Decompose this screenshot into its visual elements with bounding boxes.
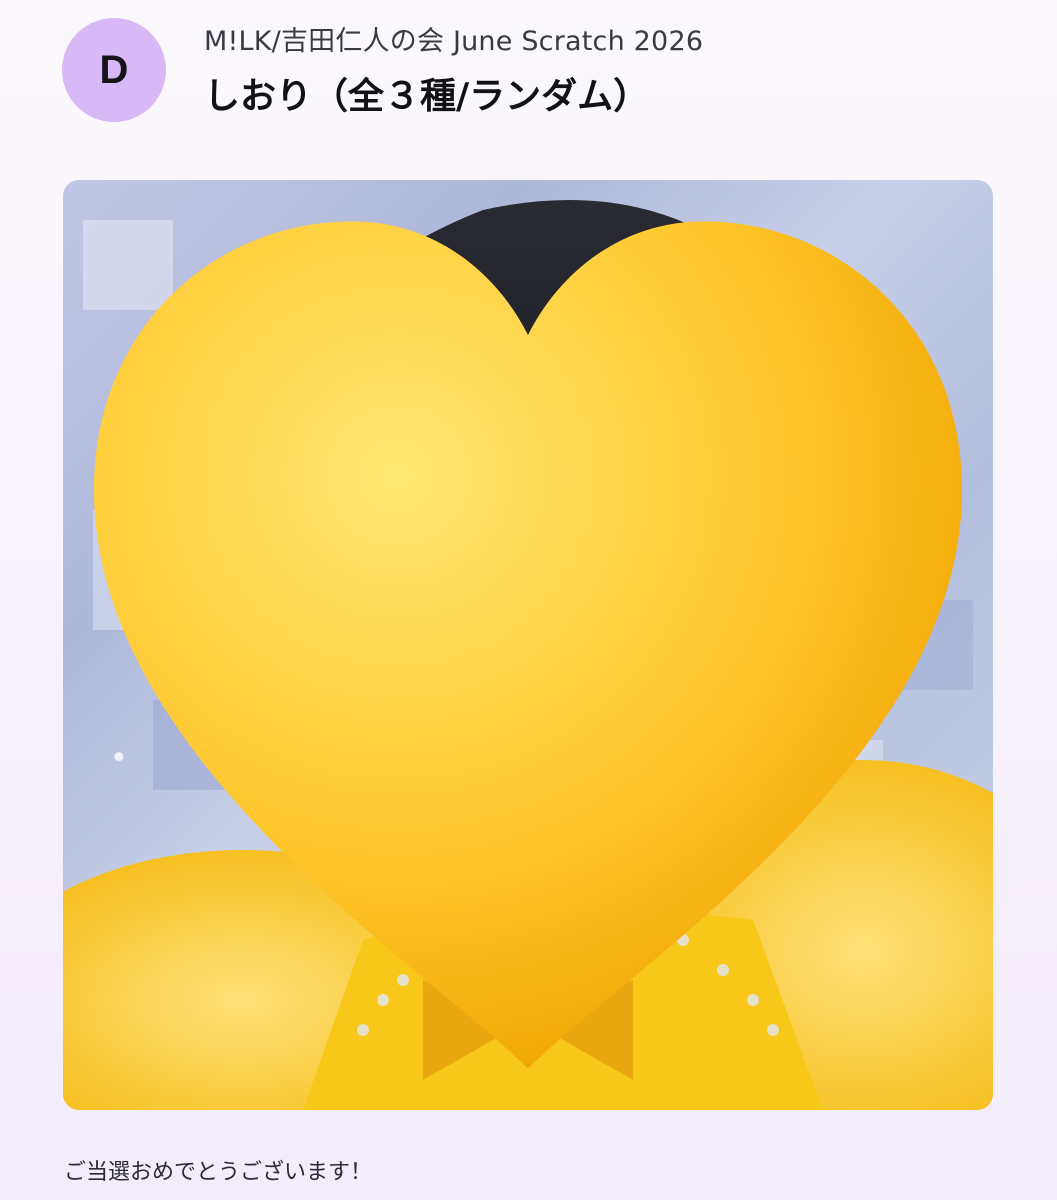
prize-photo — [63, 180, 993, 1110]
congratulations-message: ご当選おめでとうございます！ — [64, 1160, 373, 1185]
yellow-heart-icon — [94, 221, 962, 1069]
event-subtitle: M!LK/吉田仁人の会 June Scratch 2026 — [204, 26, 704, 57]
grade-badge: D — [62, 18, 166, 122]
prize-header: D M!LK/吉田仁人の会 June Scratch 2026 しおり（全３種/… — [62, 13, 1022, 122]
prize-title: しおり（全３種/ランダム） — [204, 76, 650, 117]
